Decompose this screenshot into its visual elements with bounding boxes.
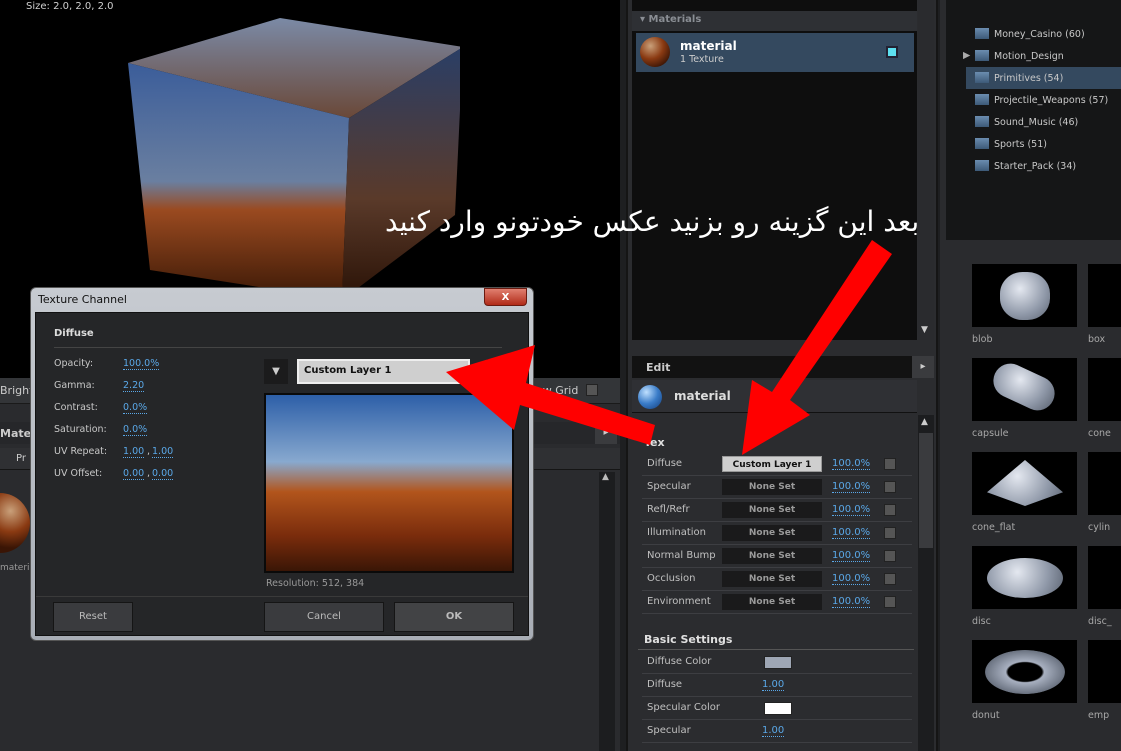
arrow-to-layer-select — [446, 345, 655, 445]
arrow-to-diffuse-slot — [742, 240, 892, 455]
annotation-arrows — [446, 240, 892, 455]
